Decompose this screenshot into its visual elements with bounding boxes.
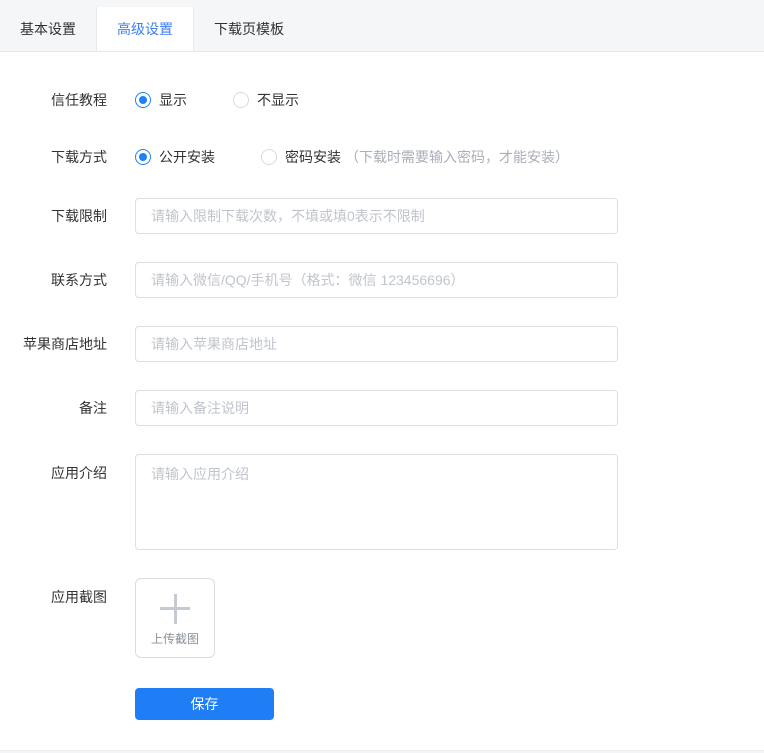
radio-label: 密码安装	[285, 149, 341, 165]
download-limit-label: 下载限制	[51, 208, 107, 224]
tab-advanced-settings[interactable]: 高级设置	[96, 7, 194, 51]
radio-label: 显示	[159, 92, 187, 108]
advanced-settings-form: 信任教程 显示 不显示 下载方式 公开安装 密码安装 （下载时需要输入密码，才能…	[0, 52, 764, 720]
download-method-label: 下载方式	[51, 149, 107, 165]
tab-download-page-template[interactable]: 下载页模板	[194, 8, 304, 51]
trust-tutorial-row: 信任教程 显示 不显示	[0, 90, 764, 110]
password-install-radio[interactable]: 密码安装	[261, 147, 341, 167]
tab-basic-settings[interactable]: 基本设置	[0, 8, 96, 51]
app-store-url-row: 苹果商店地址	[0, 326, 764, 362]
radio-checked-icon[interactable]	[135, 149, 151, 165]
trust-tutorial-hide-radio[interactable]: 不显示	[233, 90, 299, 110]
download-limit-input[interactable]	[135, 198, 618, 234]
radio-unchecked-icon[interactable]	[233, 92, 249, 108]
radio-label: 公开安装	[159, 149, 215, 165]
upload-screenshot-button[interactable]: 上传截图	[135, 578, 215, 658]
app-screenshot-label: 应用截图	[51, 589, 107, 605]
radio-label: 不显示	[257, 92, 299, 108]
public-install-radio[interactable]: 公开安装	[135, 147, 215, 167]
app-store-url-label: 苹果商店地址	[23, 336, 107, 352]
app-screenshot-row: 应用截图 上传截图	[0, 578, 764, 658]
radio-unchecked-icon[interactable]	[261, 149, 277, 165]
save-button[interactable]: 保存	[135, 688, 274, 720]
radio-checked-icon[interactable]	[135, 92, 151, 108]
app-intro-row: 应用介绍	[0, 454, 764, 550]
app-store-url-input[interactable]	[135, 326, 618, 362]
contact-label: 联系方式	[51, 272, 107, 288]
remark-label: 备注	[79, 400, 107, 416]
trust-tutorial-show-radio[interactable]: 显示	[135, 90, 187, 110]
remark-input[interactable]	[135, 390, 618, 426]
contact-row: 联系方式	[0, 262, 764, 298]
plus-icon	[160, 593, 190, 624]
remark-row: 备注	[0, 390, 764, 426]
app-intro-label: 应用介绍	[51, 465, 107, 481]
tab-bar: 基本设置 高级设置 下载页模板	[0, 0, 764, 52]
download-limit-row: 下载限制	[0, 198, 764, 234]
password-install-hint: （下载时需要输入密码，才能安装）	[345, 149, 569, 165]
contact-input[interactable]	[135, 262, 618, 298]
download-method-row: 下载方式 公开安装 密码安装 （下载时需要输入密码，才能安装）	[0, 147, 764, 167]
save-row: 保存	[0, 688, 764, 720]
trust-tutorial-label: 信任教程	[51, 92, 107, 108]
app-intro-textarea[interactable]	[135, 454, 618, 550]
upload-screenshot-text: 上传截图	[150, 631, 199, 646]
